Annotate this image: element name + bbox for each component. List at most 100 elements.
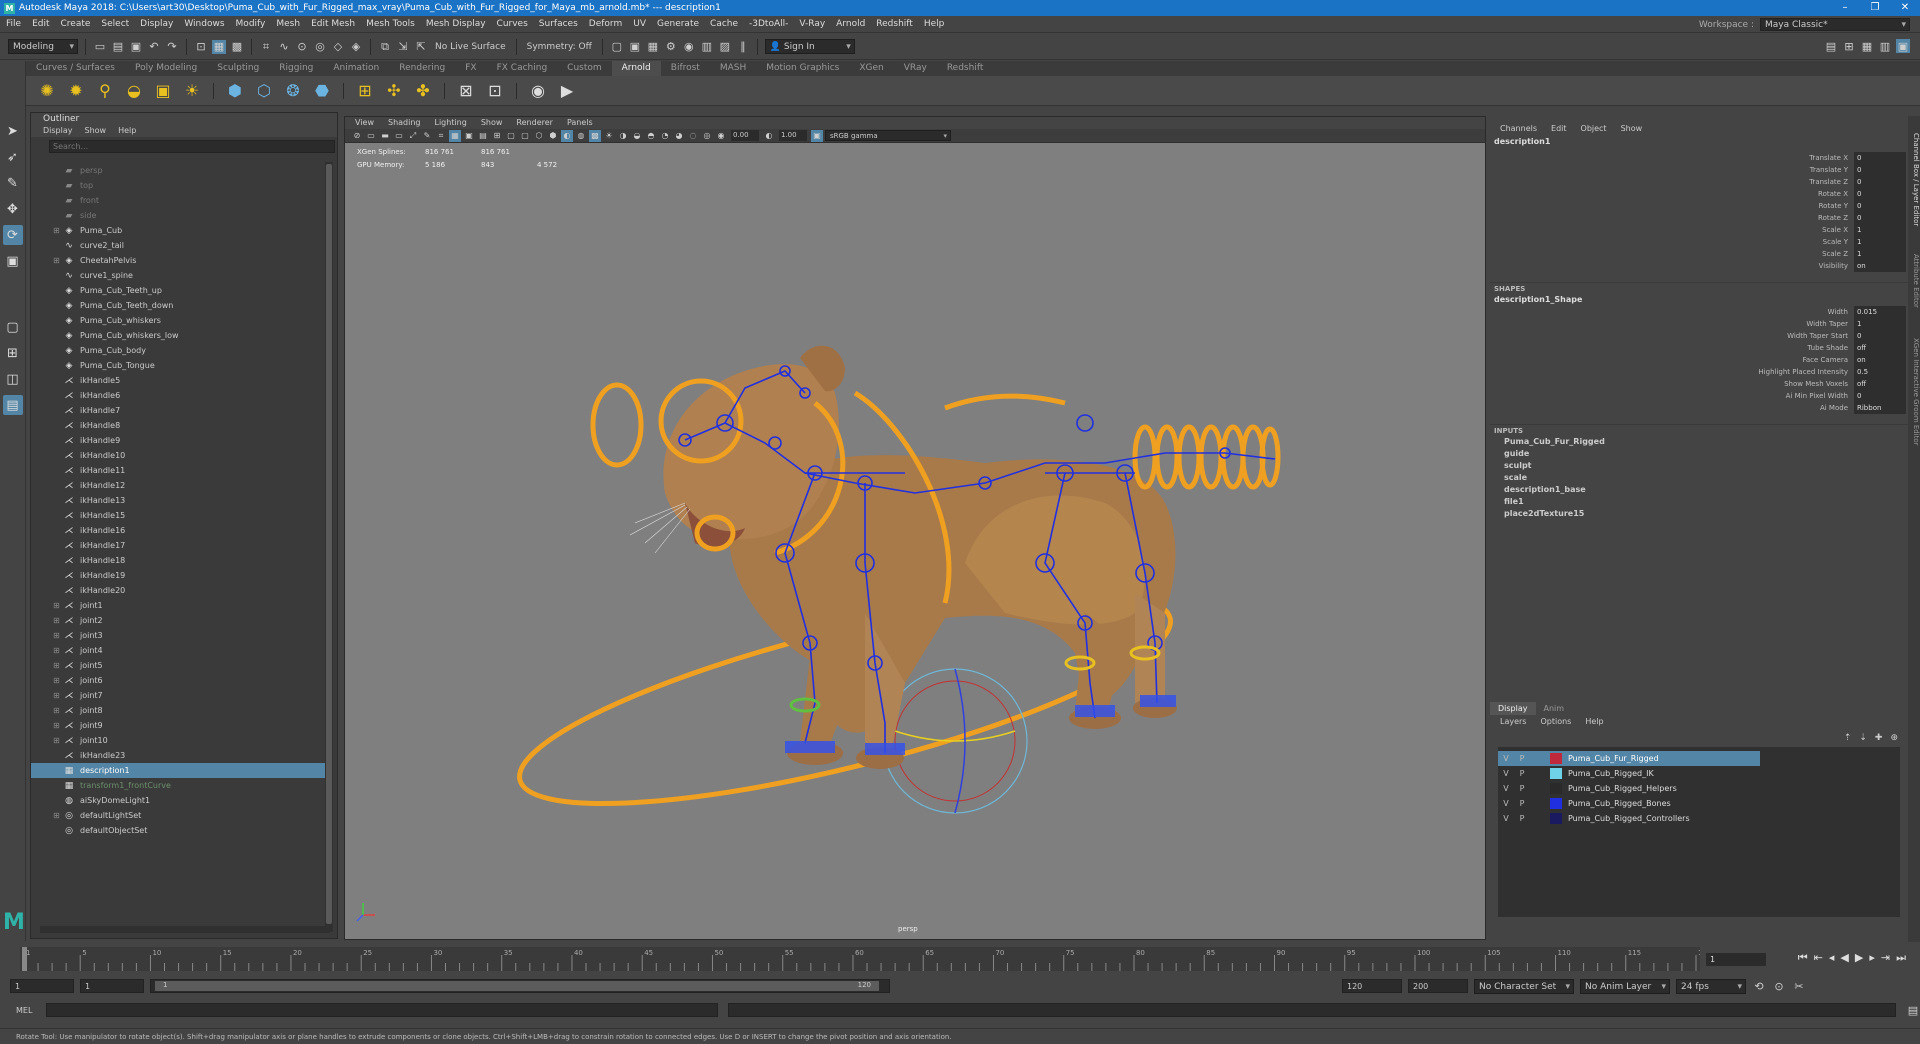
channel-value-field[interactable]: 1 bbox=[1854, 248, 1906, 260]
current-frame-marker[interactable] bbox=[22, 947, 27, 971]
channel-row[interactable]: Ai Mode Ribbon bbox=[1490, 402, 1908, 414]
tab-channel-box-layer-editor[interactable]: Channel Box / Layer Editor bbox=[1908, 120, 1920, 240]
channel-value-field[interactable]: 0 bbox=[1854, 330, 1906, 342]
channel-row[interactable]: Translate X 0 bbox=[1490, 152, 1908, 164]
expand-toggle-icon[interactable]: ⊞ bbox=[53, 661, 63, 670]
arnold-flush-cache-icon[interactable]: ✣ bbox=[383, 80, 405, 102]
menu-mesh-tools[interactable]: Mesh Tools bbox=[366, 19, 415, 29]
play-backwards-icon[interactable]: ◀ bbox=[1840, 951, 1848, 965]
outliner-row[interactable]: ⋌ ikHandle20 bbox=[31, 583, 327, 598]
layer-row[interactable]: V P Puma_Cub_Rigged_Helpers bbox=[1498, 781, 1760, 796]
select-hierarchy-icon[interactable]: ⊡ bbox=[194, 40, 208, 54]
snap-surface-icon[interactable]: ◇ bbox=[331, 40, 345, 54]
outliner-row[interactable]: ▰ front bbox=[31, 193, 327, 208]
outliner-row[interactable]: ⋌ ikHandle15 bbox=[31, 508, 327, 523]
image-plane-icon[interactable]: ▭ bbox=[393, 130, 405, 142]
expand-toggle-icon[interactable]: ⊞ bbox=[53, 256, 63, 265]
outliner-row[interactable]: ∿ curve1_spine bbox=[31, 268, 327, 283]
channel-row[interactable]: Translate Z 0 bbox=[1490, 176, 1908, 188]
channel-row[interactable]: Ai Min Pixel Width 0 bbox=[1490, 390, 1908, 402]
grid-icon[interactable]: ⌗ bbox=[435, 130, 447, 142]
motion-blur-icon[interactable]: ◓ bbox=[645, 130, 657, 142]
expand-toggle-icon[interactable]: ⊞ bbox=[53, 676, 63, 685]
expand-toggle-icon[interactable]: ⊞ bbox=[53, 691, 63, 700]
channel-row[interactable]: Rotate Y 0 bbox=[1490, 200, 1908, 212]
single-view-icon[interactable]: ▢ bbox=[3, 317, 23, 337]
outliner-row[interactable]: ⋌ ikHandle6 bbox=[31, 388, 327, 403]
2d-pan-zoom-icon[interactable]: ⤢ bbox=[407, 130, 419, 142]
auto-key-icon[interactable]: ⊙ bbox=[1772, 979, 1786, 993]
shelf-tab-motion-graphics[interactable]: Motion Graphics bbox=[756, 61, 849, 76]
anti-alias-icon[interactable]: ◔ bbox=[659, 130, 671, 142]
select-component-icon[interactable]: ▩ bbox=[230, 40, 244, 54]
arnold-play-icon[interactable]: ▶ bbox=[556, 80, 578, 102]
outliner-menu-display[interactable]: Display bbox=[43, 125, 73, 137]
channel-row[interactable]: Scale Y 1 bbox=[1490, 236, 1908, 248]
arnold-photometric-light-icon[interactable]: ⚲ bbox=[94, 80, 116, 102]
viewport-menu-view[interactable]: View bbox=[355, 117, 374, 129]
step-forward-frame-icon[interactable]: ▸ bbox=[1869, 951, 1875, 965]
camera-attributes-icon[interactable]: ▭ bbox=[365, 130, 377, 142]
menu-set-dropdown[interactable]: Modeling bbox=[8, 39, 78, 54]
xray-icon[interactable]: ◎ bbox=[701, 130, 713, 142]
outliner-row[interactable]: ⊞ ⋌ joint4 bbox=[31, 643, 327, 658]
exposure-icon[interactable]: ◉ bbox=[715, 130, 727, 142]
arnold-volume-icon[interactable]: ❂ bbox=[282, 80, 304, 102]
depth-of-field-icon[interactable]: ◕ bbox=[673, 130, 685, 142]
step-back-frame-icon[interactable]: ◂ bbox=[1829, 951, 1835, 965]
shelf-tab-fx-caching[interactable]: FX Caching bbox=[487, 61, 558, 76]
expand-toggle-icon[interactable]: ⊞ bbox=[53, 601, 63, 610]
outliner-row[interactable]: ◈ Puma_Cub_Tongue bbox=[31, 358, 327, 373]
minimize-button[interactable]: – bbox=[1830, 0, 1860, 16]
go-to-start-icon[interactable]: ⏮ bbox=[1798, 951, 1808, 965]
default-material-icon[interactable]: ◐ bbox=[561, 129, 573, 142]
shelf-tab-vray[interactable]: VRay bbox=[894, 61, 937, 76]
outliner-row[interactable]: ◈ Puma_Cub_whiskers bbox=[31, 313, 327, 328]
history-icon[interactable]: ⧉ bbox=[378, 40, 392, 54]
viewport-menu-show[interactable]: Show bbox=[481, 117, 503, 129]
move-layer-up-icon[interactable]: ⇡ bbox=[1844, 733, 1852, 743]
viewport-menu-panels[interactable]: Panels bbox=[567, 117, 593, 129]
select-tool-icon[interactable]: ➤ bbox=[3, 121, 23, 141]
smooth-shade-icon[interactable]: ⬢ bbox=[547, 130, 559, 142]
select-camera-icon[interactable]: ⊘ bbox=[351, 130, 363, 142]
menu-generate[interactable]: Generate bbox=[657, 19, 699, 29]
outliner-row[interactable]: ⋌ ikHandle17 bbox=[31, 538, 327, 553]
animation-start-field[interactable]: 1 bbox=[10, 979, 74, 993]
layer-row[interactable]: V P Puma_Cub_Fur_Rigged bbox=[1498, 751, 1760, 766]
menu-arnold[interactable]: Arnold bbox=[836, 19, 865, 29]
arnold-render-window-icon[interactable]: ◉ bbox=[527, 80, 549, 102]
tab-attribute-editor[interactable]: Attribute Editor bbox=[1908, 246, 1920, 316]
symmetry-label[interactable]: Symmetry: Off bbox=[527, 42, 592, 52]
channel-row[interactable]: Highlight Placed Intensity 0.5 bbox=[1490, 366, 1908, 378]
viewport-menu-lighting[interactable]: Lighting bbox=[434, 117, 466, 129]
channel-value-field[interactable]: 0 bbox=[1854, 390, 1906, 402]
channel-box-menu-edit[interactable]: Edit bbox=[1551, 122, 1567, 136]
vray-icon[interactable]: ▨ bbox=[718, 40, 732, 54]
timeline-ticks[interactable]: 1 5 10 15 20 25 30 35 40 45 50 55 60 65 70 75 80 85 90 95 10… bbox=[20, 947, 1711, 971]
outliner-row[interactable]: ⊞ ⋌ joint1 bbox=[31, 598, 327, 613]
layer-menu-help[interactable]: Help bbox=[1585, 715, 1603, 729]
workspace-dropdown[interactable]: Maya Classic* bbox=[1760, 18, 1910, 31]
channel-value-field[interactable]: 0.5 bbox=[1854, 366, 1906, 378]
viewport-menu-shading[interactable]: Shading bbox=[388, 117, 421, 129]
layer-tab-display[interactable]: Display bbox=[1490, 702, 1536, 715]
channel-value-field[interactable]: 1 bbox=[1854, 318, 1906, 330]
expand-toggle-icon[interactable]: ⊞ bbox=[53, 811, 63, 820]
layer-playback-toggle[interactable]: P bbox=[1514, 814, 1530, 823]
gate-mask-icon[interactable]: ▤ bbox=[477, 130, 489, 142]
input-node[interactable]: description1_base bbox=[1490, 484, 1908, 496]
outliner-row[interactable]: ⋌ ikHandle9 bbox=[31, 433, 327, 448]
sign-in-dropdown[interactable]: 👤 Sign In bbox=[764, 39, 855, 54]
outliner-row[interactable]: ◈ Puma_Cub_whiskers_low bbox=[31, 328, 327, 343]
layer-color-swatch[interactable] bbox=[1550, 783, 1562, 794]
outliner-row[interactable]: ⋌ ikHandle12 bbox=[31, 478, 327, 493]
channel-value-field[interactable]: 1 bbox=[1854, 224, 1906, 236]
shelf-tab-poly-modeling[interactable]: Poly Modeling bbox=[125, 61, 207, 76]
channel-box-menu-object[interactable]: Object bbox=[1581, 122, 1607, 136]
menu-create[interactable]: Create bbox=[61, 19, 91, 29]
rotate-tool-icon[interactable]: ⟳ bbox=[2, 225, 23, 245]
menu-deform[interactable]: Deform bbox=[589, 19, 622, 29]
channel-row[interactable]: Show Mesh Voxels off bbox=[1490, 378, 1908, 390]
channel-value-field[interactable]: off bbox=[1854, 378, 1906, 390]
